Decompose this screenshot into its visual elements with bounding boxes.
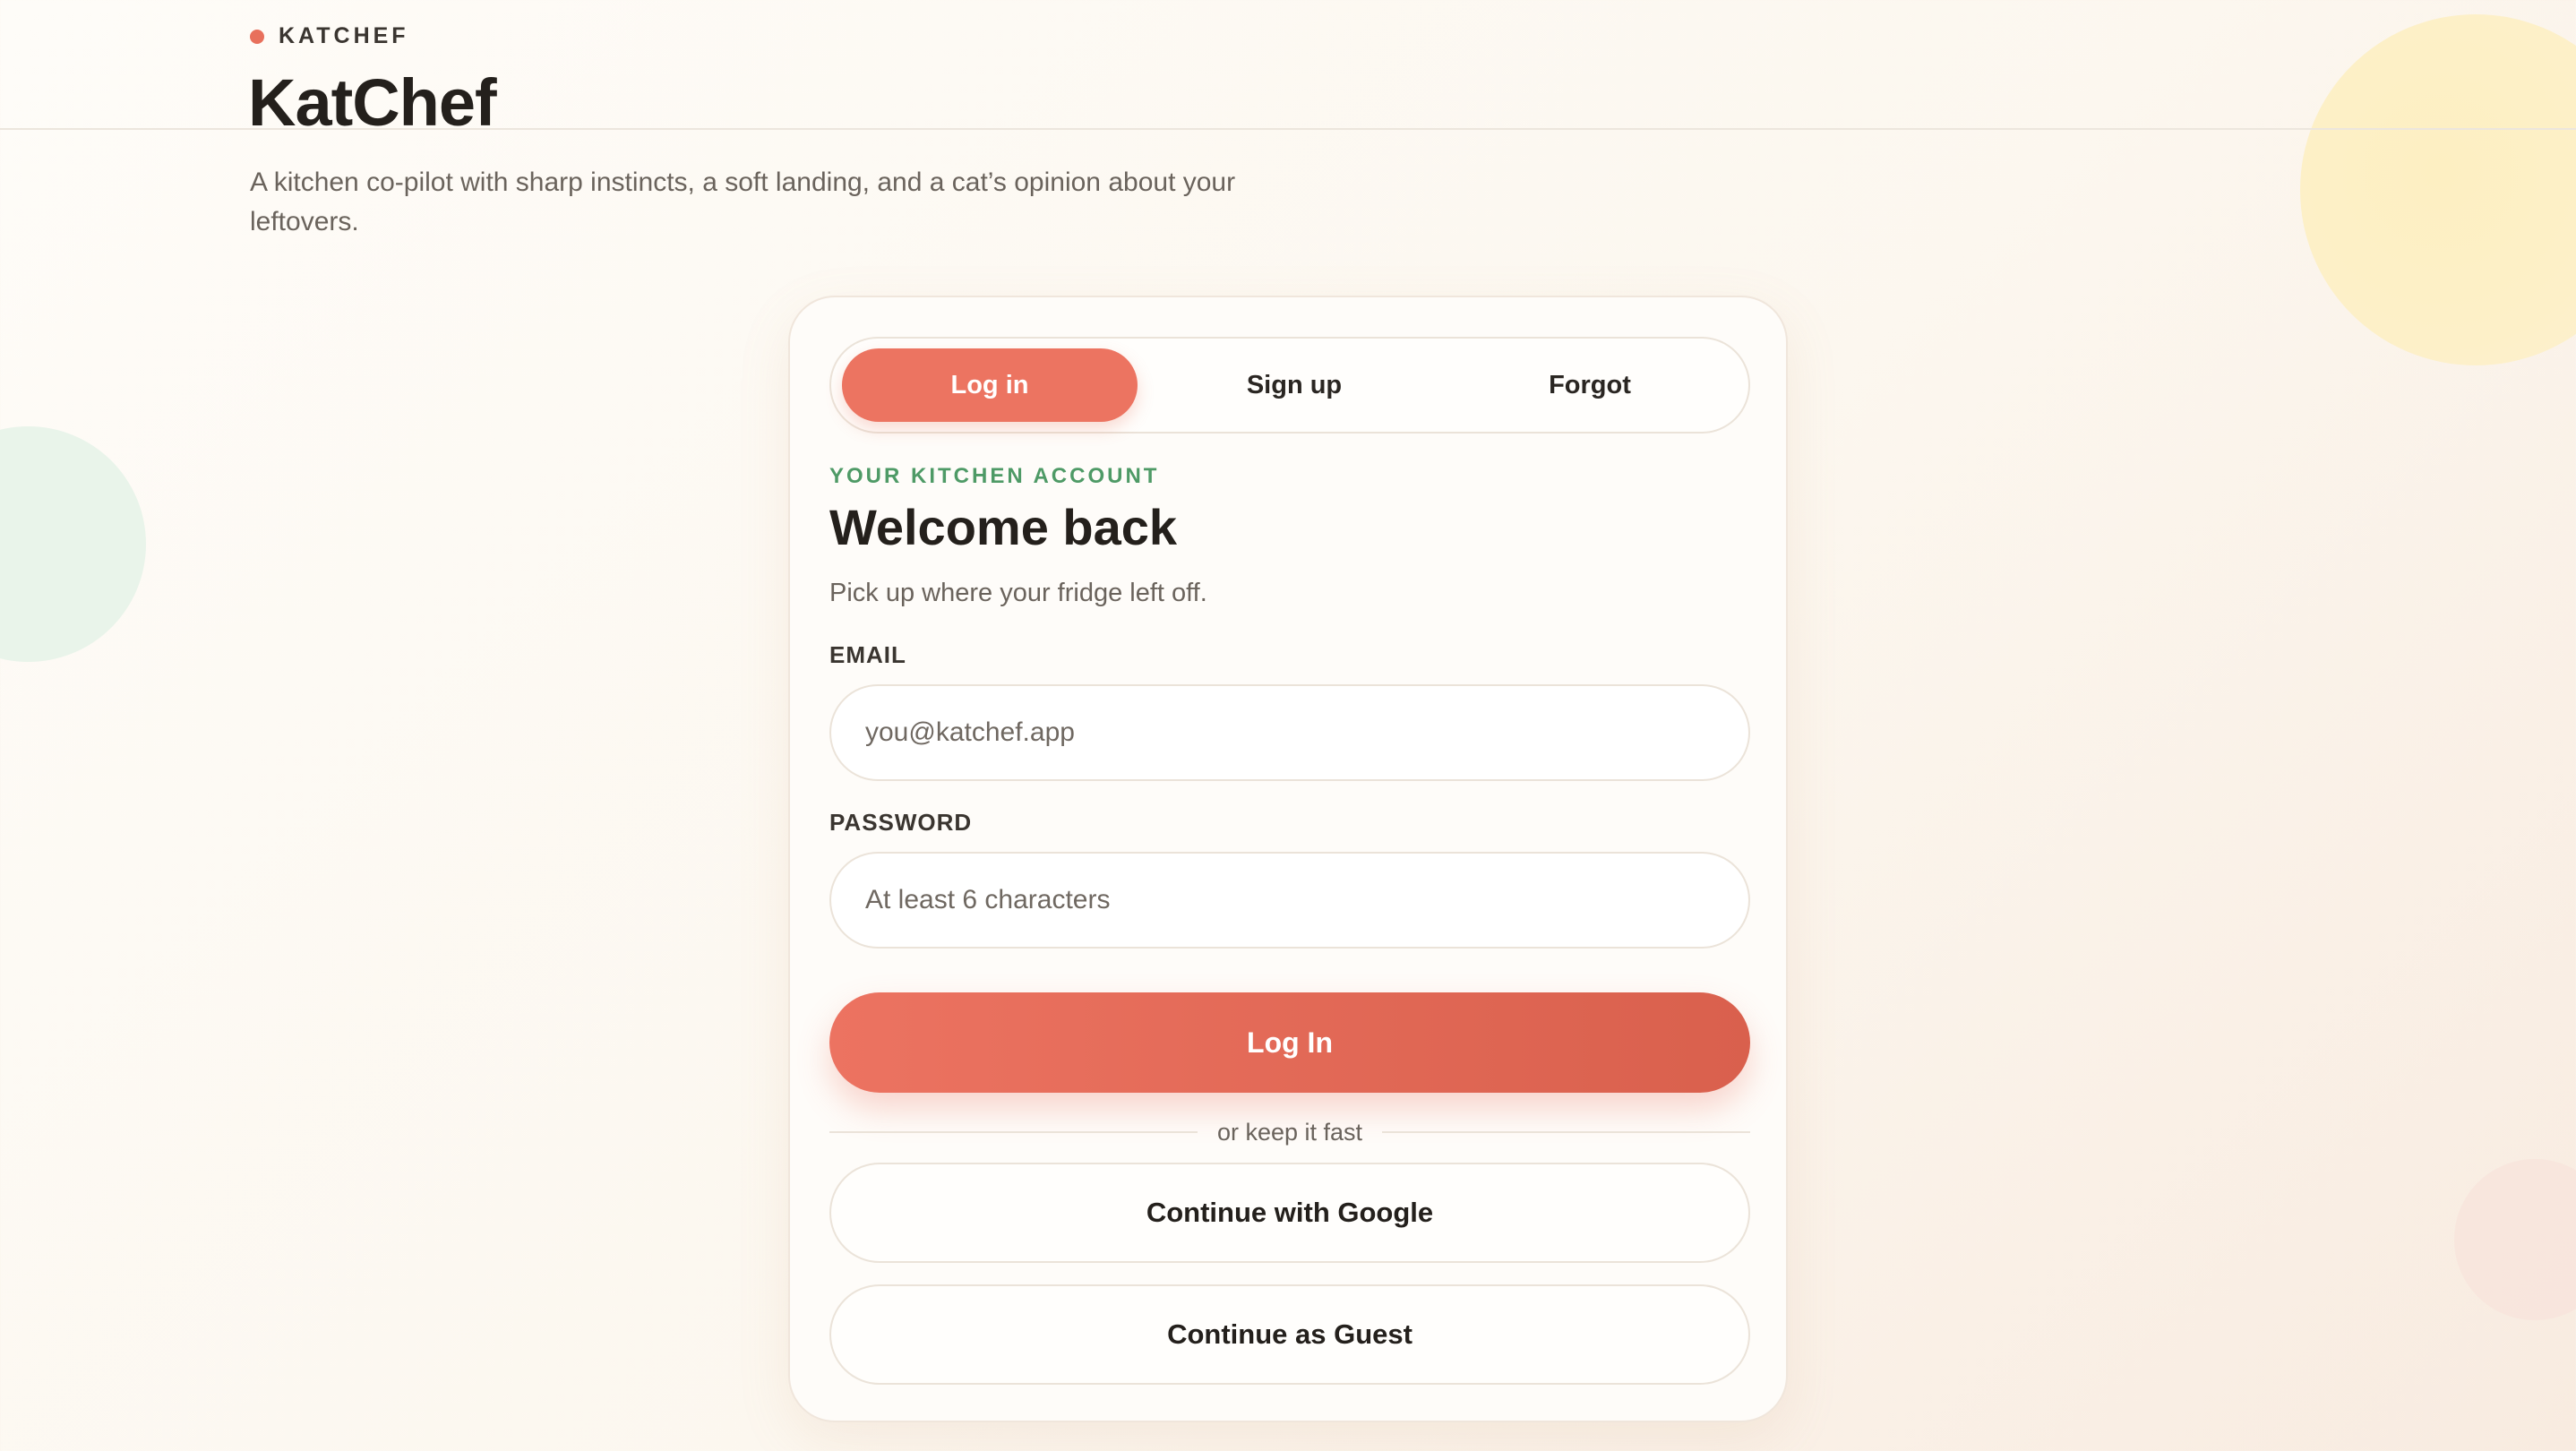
brand-label: KATCHEF (250, 23, 409, 49)
divider-text: or keep it fast (1216, 1118, 1363, 1146)
decorative-yellow-circle (2300, 14, 2576, 365)
auth-tabs: Log in Sign up Forgot (829, 337, 1750, 434)
brand-label-text: KATCHEF (279, 23, 409, 48)
form-title: Welcome back (829, 499, 1178, 555)
continue-with-google-button[interactable]: Continue with Google (829, 1163, 1750, 1263)
form-eyebrow: YOUR KITCHEN ACCOUNT (829, 464, 1160, 488)
decorative-mint-circle (0, 426, 146, 662)
divider-line-left (829, 1131, 1198, 1133)
form-subtitle: Pick up where your fridge left off. (829, 579, 1207, 607)
brand-dot-icon (250, 29, 264, 44)
password-label: PASSWORD (829, 809, 973, 836)
email-field[interactable] (829, 684, 1750, 781)
divider-line-right (1382, 1131, 1750, 1133)
continue-as-guest-button[interactable]: Continue as Guest (829, 1284, 1750, 1385)
tab-sign-up[interactable]: Sign up (1146, 348, 1442, 422)
decorative-pink-circle (2454, 1159, 2576, 1320)
app-title: KatChef (248, 65, 497, 140)
tab-log-in[interactable]: Log in (842, 348, 1138, 422)
auth-card: Log in Sign up Forgot YOUR KITCHEN ACCOU… (788, 296, 1788, 1422)
log-in-button[interactable]: Log In (829, 992, 1750, 1093)
or-divider: or keep it fast (829, 1114, 1750, 1150)
password-field[interactable] (829, 852, 1750, 949)
app-tagline: A kitchen co-pilot with sharp instincts,… (250, 167, 1236, 236)
tab-forgot[interactable]: Forgot (1442, 348, 1738, 422)
email-label: EMAIL (829, 641, 906, 668)
